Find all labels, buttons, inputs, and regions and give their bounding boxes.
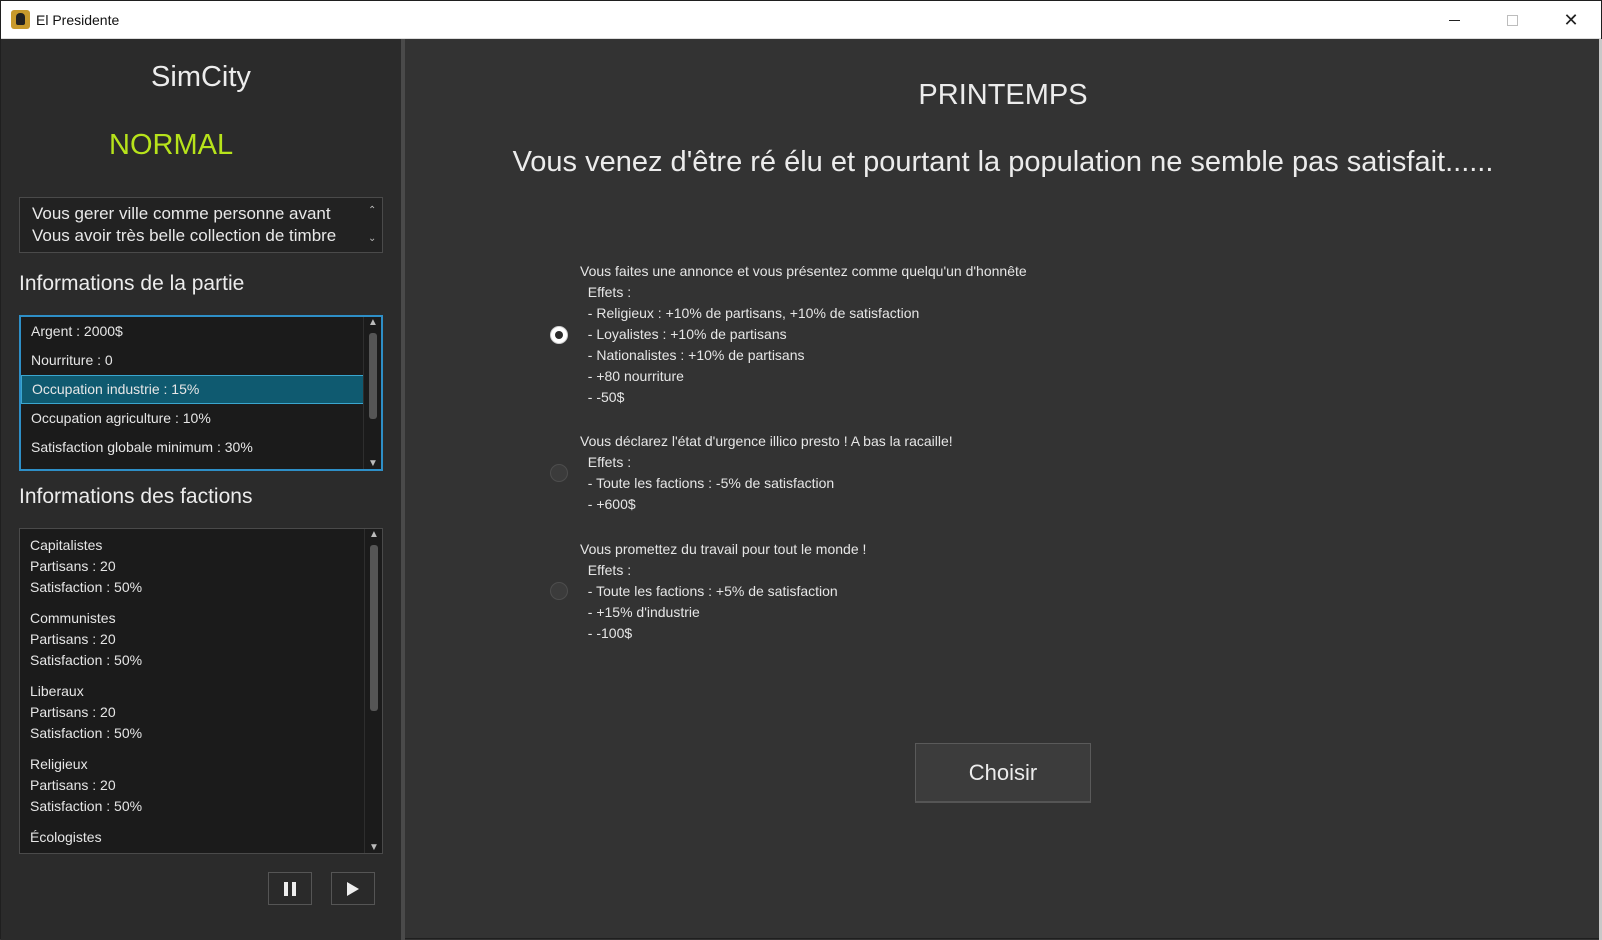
game-info-item[interactable]: Argent : 2000$ bbox=[21, 317, 365, 346]
scroll-down-icon[interactable]: ▼ bbox=[365, 842, 382, 853]
choice-text[interactable]: Vous déclarez l'état d'urgence illico pr… bbox=[580, 431, 1140, 515]
choice-effect-line: - Toute les factions : -5% de satisfacti… bbox=[580, 475, 835, 491]
close-button[interactable]: ✕ bbox=[1542, 1, 1600, 39]
faction-satisfaction: Satisfaction : 50% bbox=[30, 579, 143, 595]
quote-line: Vous gerer ville comme personne avant bbox=[32, 204, 331, 223]
faction-satisfaction: Satisfaction : 50% bbox=[30, 725, 143, 741]
game-info-scrollbar[interactable]: ▲ ▼ bbox=[363, 317, 381, 469]
choice-effect-line: - +15% d'industrie bbox=[580, 604, 700, 620]
faction-item[interactable]: Capitalistes Partisans : 20 Satisfaction :… bbox=[20, 529, 364, 602]
city-name: SimCity bbox=[151, 61, 251, 93]
pause-button[interactable] bbox=[268, 872, 312, 905]
play-icon bbox=[347, 881, 359, 896]
faction-name: Capitalistes bbox=[30, 537, 103, 553]
event-description: Vous venez d'être ré élu et pourtant la … bbox=[512, 146, 1494, 178]
minimize-icon bbox=[1448, 19, 1460, 21]
app-icon bbox=[11, 10, 30, 29]
difficulty-label: NORMAL bbox=[109, 129, 234, 161]
game-info-item[interactable]: Occupation agriculture : 10% bbox=[21, 404, 365, 433]
choice-title: Vous faites une annonce et vous présente… bbox=[580, 263, 1027, 279]
faction-name: Écologistes bbox=[30, 829, 102, 845]
choice-effect-line: - Nationalistes : +10% de partisans bbox=[580, 347, 805, 363]
faction-partisans: Partisans : 20 bbox=[30, 777, 116, 793]
scroll-up-icon[interactable]: ⌃ bbox=[368, 200, 376, 222]
choice-effect-line: - -100$ bbox=[580, 625, 633, 641]
title-bar[interactable]: El Presidente ✕ bbox=[1, 1, 1601, 39]
faction-item[interactable]: Religieux Partisans : 20 Satisfaction : 50… bbox=[20, 748, 364, 821]
faction-name: Religieux bbox=[30, 756, 88, 772]
maximize-icon bbox=[1506, 14, 1518, 26]
faction-satisfaction: Satisfaction : 50% bbox=[30, 652, 143, 668]
quote-scrollbar[interactable]: ⌃ ⌄ bbox=[364, 198, 382, 252]
scroll-thumb[interactable] bbox=[370, 545, 378, 711]
faction-partisans: Partisans : 20 bbox=[30, 848, 354, 853]
choice-title: Vous promettez du travail pour tout le m… bbox=[580, 541, 867, 557]
factions-info-title: Informations des factions bbox=[19, 485, 253, 508]
choice-radio[interactable] bbox=[550, 582, 568, 600]
quote-line: Vous avoir très belle collection de timb… bbox=[32, 226, 337, 245]
game-info-item[interactable]: Occupation industrie : 15% bbox=[21, 375, 365, 404]
choice-text[interactable]: Vous promettez du travail pour tout le m… bbox=[580, 539, 1140, 644]
pause-icon bbox=[284, 881, 296, 896]
scroll-up-icon[interactable]: ▲ bbox=[365, 529, 382, 540]
choice-option[interactable]: Vous déclarez l'état d'urgence illico pr… bbox=[550, 431, 1150, 515]
game-info-list[interactable]: Argent : 2000$ Nourriture : 0 Occupation i… bbox=[19, 315, 383, 471]
faction-partisans: Partisans : 20 bbox=[30, 631, 116, 647]
choice-effect-line: - -50$ bbox=[580, 389, 625, 405]
choose-button[interactable]: Choisir bbox=[915, 743, 1091, 803]
choice-effect-line: - Loyalistes : +10% de partisans bbox=[580, 326, 787, 342]
choice-effect-line: Effets : bbox=[580, 562, 632, 578]
faction-item[interactable]: Liberaux Partisans : 20 Satisfaction : 50% bbox=[20, 675, 364, 748]
choice-effect-line: Effets : bbox=[580, 454, 632, 470]
faction-item[interactable]: Communistes Partisans : 20 Satisfaction : … bbox=[20, 602, 364, 675]
factions-list[interactable]: Capitalistes Partisans : 20 Satisfaction :… bbox=[19, 528, 383, 854]
game-info-item[interactable]: Satisfaction globale actuelle : 60% bbox=[21, 462, 365, 469]
choice-radio[interactable] bbox=[550, 326, 568, 344]
game-info-item[interactable]: Nourriture : 0 bbox=[21, 346, 365, 375]
play-button[interactable] bbox=[331, 872, 375, 905]
faction-partisans: Partisans : 20 bbox=[30, 558, 116, 574]
scroll-down-icon[interactable]: ⌄ bbox=[368, 228, 376, 250]
choice-option[interactable]: Vous promettez du travail pour tout le m… bbox=[550, 539, 1150, 644]
faction-name: Liberaux bbox=[30, 683, 84, 699]
choice-effect-line: - +80 nourriture bbox=[580, 368, 684, 384]
faction-item[interactable]: Écologistes Partisans : 20 bbox=[20, 821, 364, 853]
factions-scrollbar[interactable]: ▲ ▼ bbox=[364, 529, 382, 853]
choice-effect-line: Effets : bbox=[580, 284, 632, 300]
faction-name: Communistes bbox=[30, 610, 116, 626]
choice-option[interactable]: Vous faites une annonce et vous présente… bbox=[550, 261, 1150, 408]
maximize-button[interactable] bbox=[1483, 1, 1541, 39]
scroll-up-icon[interactable]: ▲ bbox=[364, 317, 381, 328]
faction-partisans: Partisans : 20 bbox=[30, 704, 116, 720]
choice-effect-line: - +600$ bbox=[580, 496, 636, 512]
window-title: El Presidente bbox=[36, 12, 120, 28]
faction-satisfaction: Satisfaction : 50% bbox=[30, 798, 143, 814]
event-panel: PRINTEMPS Vous venez d'être ré élu et po… bbox=[405, 39, 1601, 938]
choice-text[interactable]: Vous faites une annonce et vous présente… bbox=[580, 261, 1140, 408]
scroll-thumb[interactable] bbox=[369, 333, 377, 419]
choice-effect-line: - Religieux : +10% de partisans, +10% de… bbox=[580, 305, 920, 321]
close-icon: ✕ bbox=[1563, 9, 1579, 30]
choice-effect-line: - Toute les factions : +5% de satisfacti… bbox=[580, 583, 838, 599]
sidebar: SimCity NORMAL Vous gerer ville comme pe… bbox=[1, 39, 401, 940]
choice-radio[interactable] bbox=[550, 464, 568, 482]
game-info-item[interactable]: Satisfaction globale minimum : 30% bbox=[21, 433, 365, 462]
scroll-down-icon[interactable]: ▼ bbox=[364, 458, 381, 469]
app-window: El Presidente ✕ SimCity NORMAL Vous gere… bbox=[0, 0, 1602, 940]
season-title: PRINTEMPS bbox=[918, 79, 1088, 111]
game-info-title: Informations de la partie bbox=[19, 272, 245, 295]
choice-title: Vous déclarez l'état d'urgence illico pr… bbox=[580, 433, 953, 449]
minimize-button[interactable] bbox=[1425, 1, 1483, 39]
quote-text-area[interactable]: Vous gerer ville comme personne avant Vo… bbox=[19, 197, 383, 253]
